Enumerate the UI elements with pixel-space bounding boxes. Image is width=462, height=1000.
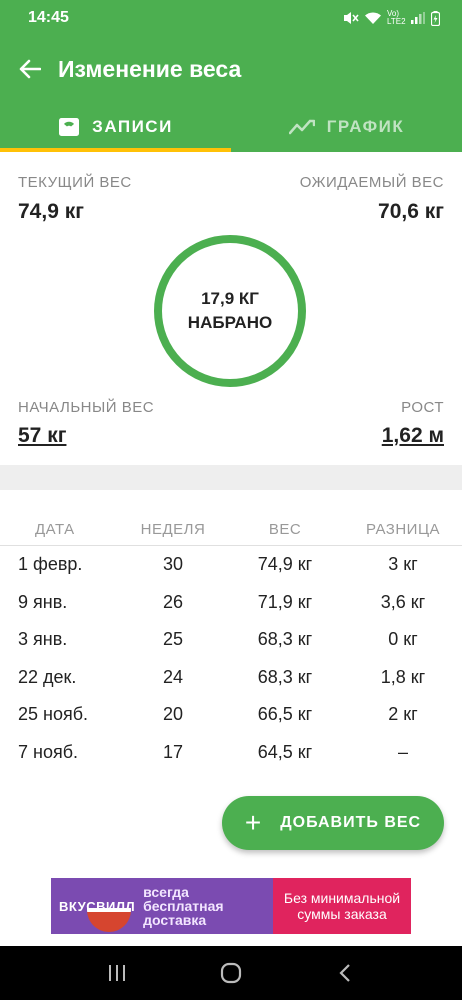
section-divider (0, 465, 462, 490)
cell-diff: 2 кг (388, 704, 418, 725)
cell-date: 22 дек. (18, 666, 77, 687)
tab-records-label: ЗАПИСИ (92, 117, 173, 136)
recent-apps-icon (109, 965, 125, 981)
status-time: 14:45 (28, 9, 69, 26)
ad-slogan-line1: всегда (143, 884, 189, 900)
cell-week: 17 (162, 741, 184, 762)
current-weight-value: 74,9 кг (18, 200, 84, 223)
ad-banner[interactable]: ВКУСВИЛЛ всегда бесплатная доставка Без … (51, 878, 411, 934)
cell-date: 25 нояб. (18, 704, 89, 725)
ad-slogan-line3: доставка (143, 912, 207, 928)
status-bar: 14:45 Vo) LTE2 (0, 0, 462, 36)
back-nav-button[interactable] (325, 953, 365, 993)
weight-table: ДАТА НЕДЕЛЯ ВЕС РАЗНИЦА 1 февр. 30 74,9 … (0, 490, 462, 771)
cell-week: 30 (162, 554, 184, 575)
cell-diff: 1,8 кг (380, 666, 426, 687)
signal-icon (411, 12, 425, 24)
page-title: Изменение веса (58, 55, 242, 82)
home-icon (220, 962, 242, 984)
network-label: Vo) LTE2 (387, 9, 406, 26)
weight-summary: ТЕКУЩИЙ ВЕС 74,9 кг ОЖИДАЕМЫЙ ВЕС 70,6 к… (0, 152, 462, 465)
system-nav-bar (0, 946, 462, 1000)
tab-bar: ЗАПИСИ ГРАФИК (0, 102, 462, 152)
table-row[interactable]: 25 нояб. 20 66,5 кг 2 кг (0, 696, 462, 734)
cell-week: 26 (162, 591, 184, 612)
height-value[interactable]: 1,62 м (382, 424, 444, 448)
start-weight-value[interactable]: 57 кг (18, 424, 66, 448)
header-diff: РАЗНИЦА (365, 521, 441, 538)
home-button[interactable] (211, 953, 251, 993)
status-icons: Vo) LTE2 (343, 10, 440, 26)
gained-value: 17,9 КГ (201, 289, 259, 308)
cell-date: 7 нояб. (18, 741, 79, 762)
height-label: РОСТ (401, 399, 444, 416)
back-button[interactable] (16, 55, 44, 83)
cell-weight: 71,9 кг (257, 591, 313, 612)
cell-weight: 68,3 кг (257, 666, 313, 687)
gained-ring: 17,9 КГ НАБРАНО (154, 235, 306, 387)
trend-icon (288, 119, 315, 135)
ad-slogan-line2: бесплатная (143, 898, 224, 914)
ad-slogan: всегда бесплатная доставка (143, 885, 223, 927)
battery-icon (431, 10, 440, 26)
cell-weight: 74,9 кг (257, 554, 313, 575)
gained-caption: НАБРАНО (187, 313, 273, 332)
header-week: НЕДЕЛЯ (140, 521, 206, 538)
table-row[interactable]: 7 нояб. 17 64,5 кг – (0, 734, 462, 772)
recent-apps-button[interactable] (97, 953, 137, 993)
soup-bowl-image (87, 908, 131, 932)
arrow-back-icon (19, 59, 41, 79)
start-weight-label: НАЧАЛЬНЫЙ ВЕС (18, 399, 155, 416)
cell-week: 20 (162, 704, 184, 725)
table-header: ДАТА НЕДЕЛЯ ВЕС РАЗНИЦА (0, 514, 462, 546)
plus-icon: + (244, 807, 263, 838)
cell-diff: 0 кг (388, 629, 418, 650)
ad-offer: Без минимальной суммы заказа (273, 878, 411, 934)
table-row[interactable]: 1 февр. 30 74,9 кг 3 кг (0, 546, 462, 584)
cell-diff: 3 кг (388, 554, 418, 575)
add-weight-label: ДОБАВИТЬ ВЕС (280, 814, 422, 831)
cell-week: 25 (162, 629, 184, 650)
table-row[interactable]: 3 янв. 25 68,3 кг 0 кг (0, 621, 462, 659)
tab-chart[interactable]: ГРАФИК (231, 102, 462, 152)
expected-weight-label: ОЖИДАЕМЫЙ ВЕС (299, 174, 444, 191)
cell-diff: 3,6 кг (380, 591, 426, 612)
cell-diff: – (397, 741, 408, 762)
wifi-icon (365, 12, 381, 24)
tab-records[interactable]: ЗАПИСИ (0, 102, 231, 152)
header-weight: ВЕС (268, 521, 302, 538)
tab-chart-label: ГРАФИК (326, 117, 405, 136)
mute-icon (344, 12, 359, 24)
cell-date: 1 февр. (18, 554, 83, 575)
cell-weight: 64,5 кг (257, 741, 313, 762)
add-weight-button[interactable]: + ДОБАВИТЬ ВЕС (222, 796, 444, 850)
chevron-left-icon (339, 964, 350, 982)
table-row[interactable]: 9 янв. 26 71,9 кг 3,6 кг (0, 584, 462, 622)
current-weight-label: ТЕКУЩИЙ ВЕС (18, 174, 132, 191)
cell-date: 9 янв. (18, 591, 68, 612)
cell-weight: 66,5 кг (257, 704, 313, 725)
table-row[interactable]: 22 дек. 24 68,3 кг 1,8 кг (0, 659, 462, 697)
cell-date: 3 янв. (18, 629, 68, 650)
scale-icon (59, 118, 80, 136)
ad-left-panel: ВКУСВИЛЛ всегда бесплатная доставка (51, 878, 273, 934)
app-bar: Изменение веса (0, 36, 462, 102)
cell-weight: 68,3 кг (257, 629, 313, 650)
expected-weight-value: 70,6 кг (378, 200, 444, 223)
cell-week: 24 (162, 666, 184, 687)
header-date: ДАТА (35, 521, 75, 538)
